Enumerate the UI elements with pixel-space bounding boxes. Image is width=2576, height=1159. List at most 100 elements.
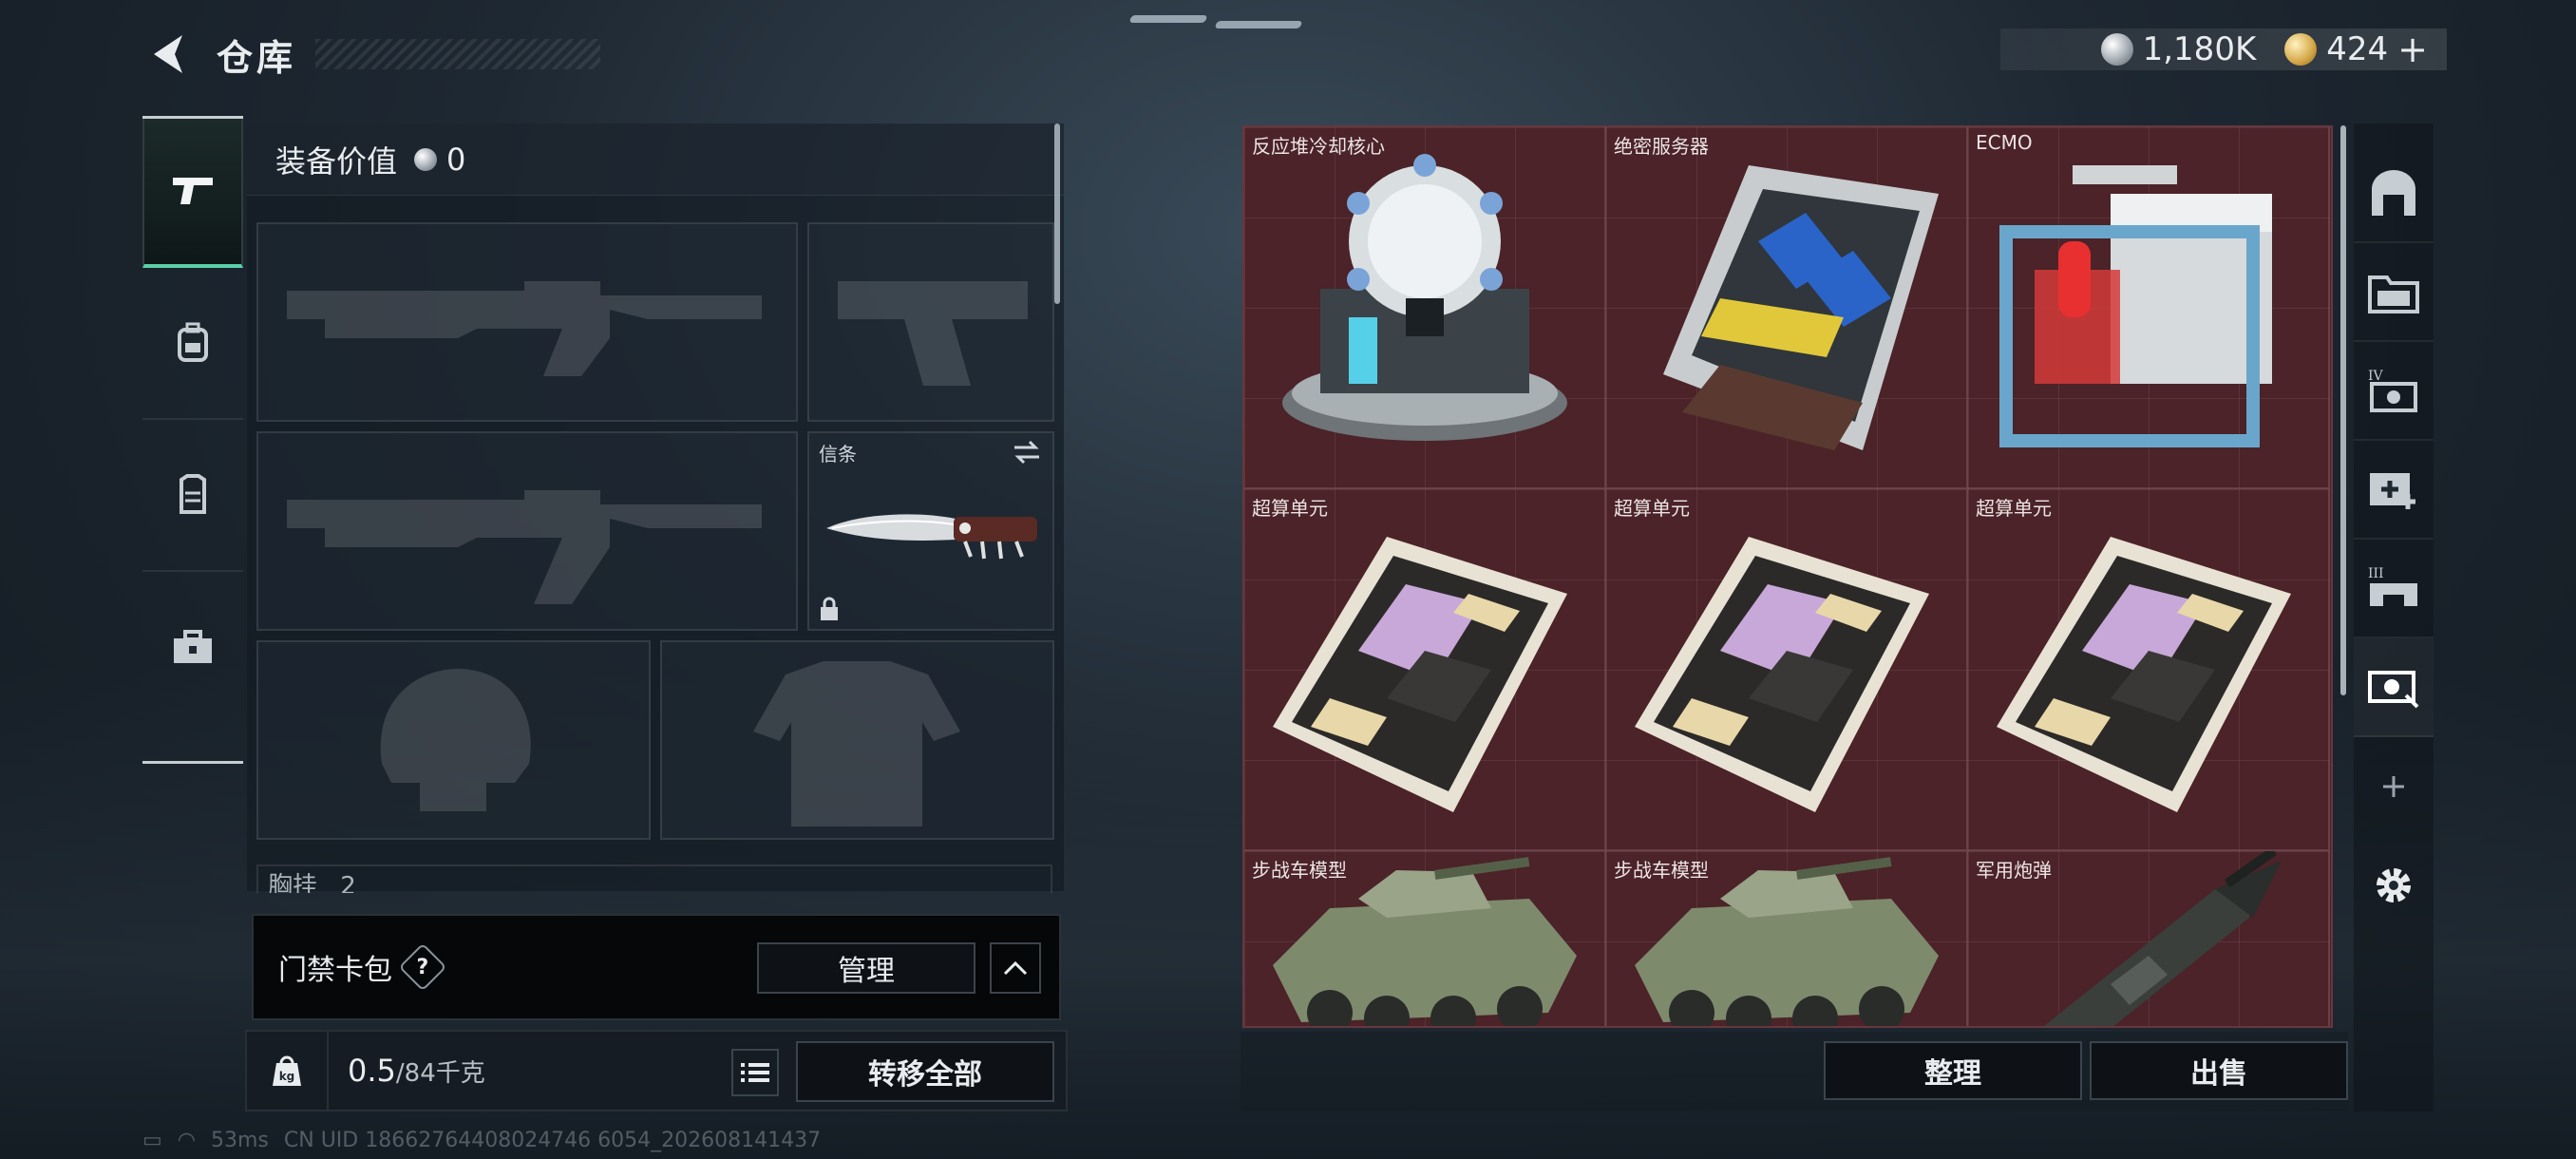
dock-storage-iii[interactable]: III [2354, 540, 2434, 638]
equipment-value-amount: 0 [446, 141, 466, 178]
folder-icon [2368, 276, 2419, 314]
svg-text:IV: IV [2368, 369, 2384, 384]
armor-slot[interactable] [660, 640, 1054, 840]
server-icon [1663, 165, 1939, 450]
tab-backpack[interactable] [142, 268, 243, 420]
toolbox-icon [174, 630, 212, 663]
keycard-label: 门禁卡包 [278, 954, 392, 987]
back-button[interactable] [142, 26, 196, 83]
tab-toolbox[interactable] [142, 572, 243, 724]
sell-button[interactable]: 出售 [2090, 1041, 2348, 1100]
dock-safehouse[interactable] [2354, 144, 2434, 243]
title-decoration [315, 39, 601, 69]
dock-medical[interactable] [2354, 441, 2434, 540]
lock-icon [821, 597, 838, 620]
equipment-value: 装备价值 0 [247, 124, 1064, 196]
tab-vest[interactable] [142, 420, 243, 572]
melee-slot-label: 信条 [819, 443, 857, 466]
ecmo-icon [1999, 165, 2272, 447]
gold-coin-icon [2284, 33, 2318, 66]
vest-icon [180, 474, 206, 514]
compute-unit-icon [1273, 537, 1567, 812]
storage-grid: 反应堆冷却核心 绝密服务器 ECMO 超算单元 超算单元 超算单元 步战车模型 … [1242, 125, 2333, 1028]
svg-text:kg: kg [279, 1070, 295, 1083]
compute-unit-icon [1635, 537, 1929, 812]
chest-rig-label: 胸挂 [268, 872, 318, 893]
secondary-weapon-slot[interactable] [256, 431, 798, 631]
reactor-core-icon [1282, 154, 1567, 441]
wifi-icon: ◠ [177, 1129, 196, 1152]
rifle-silhouette-2-icon [287, 490, 762, 604]
list-view-button[interactable] [731, 1049, 779, 1096]
dock-settings[interactable] [2354, 836, 2434, 935]
storage-item[interactable]: 超算单元 [1244, 489, 1606, 851]
storage-item[interactable]: 反应堆冷却核心 [1244, 127, 1606, 489]
equipment-panel: 装备价值 0 信条 胸挂 2 [247, 124, 1064, 893]
tab-weapons[interactable] [142, 116, 243, 268]
manage-button[interactable]: 管理 [757, 942, 975, 994]
item-name: ECMO [1976, 131, 2033, 154]
gold-amount: 424 [2326, 30, 2389, 68]
storage-item[interactable]: 步战车模型 [1244, 851, 1606, 1026]
weight-bar: kg 0.5/84千克 转移全部 [245, 1030, 1068, 1112]
dock-storage-active[interactable] [2354, 638, 2434, 737]
swap-icon[interactable] [1011, 439, 1043, 466]
tabs-top-line [142, 116, 243, 119]
pistol-icon [173, 178, 213, 204]
item-name: 超算单元 [1252, 497, 1328, 520]
settings-icon [2377, 868, 2411, 902]
item-name: 反应堆冷却核心 [1252, 135, 1385, 158]
storage-item[interactable]: 步战车模型 [1606, 851, 1968, 1026]
melee-slot[interactable]: 信条 [807, 431, 1054, 631]
primary-weapon-slot[interactable] [256, 222, 798, 422]
back-arrow-icon [154, 35, 182, 73]
keycard-help-button[interactable]: ? [398, 942, 447, 992]
storage-item[interactable]: 超算单元 [1606, 489, 1968, 851]
tabs-bottom-line [142, 761, 243, 764]
weight-max: /84千克 [395, 1059, 485, 1088]
storage-item[interactable]: 超算单元 [1968, 489, 2330, 851]
weight-icon: kg [273, 1055, 301, 1086]
helmet-silhouette-icon [380, 669, 531, 811]
collapse-button[interactable] [990, 942, 1041, 994]
chest-rig-slot[interactable]: 胸挂 2 [256, 864, 1052, 893]
storage-item[interactable]: 绝密服务器 [1606, 127, 1968, 489]
ping-value: 53ms [211, 1129, 269, 1152]
weight-current: 0.5 [348, 1053, 396, 1089]
dock-folder[interactable] [2354, 243, 2434, 342]
item-name: 超算单元 [1976, 497, 2052, 520]
chevron-up-icon [1003, 960, 1028, 976]
transfer-all-button[interactable]: 转移全部 [796, 1041, 1054, 1102]
currency-gold: 424 + [2284, 28, 2428, 70]
equipment-value-label: 装备价值 [275, 142, 398, 180]
compute-unit-icon [1997, 537, 2291, 812]
add-currency-button[interactable]: + [2397, 28, 2428, 70]
equipment-tabs [142, 116, 243, 764]
item-name: 军用炮弹 [1976, 859, 2052, 882]
dock-add[interactable] [2354, 737, 2434, 836]
list-icon [741, 1063, 769, 1082]
storage-item[interactable]: ECMO [1968, 127, 2330, 489]
helmet-slot[interactable] [256, 640, 651, 840]
uid-text: CN UID 18662764408024746 6054_2026081414… [283, 1129, 822, 1152]
storage-scrollbar[interactable] [2340, 125, 2346, 695]
currency-silver: 1,180K [2100, 30, 2257, 68]
weight-icon-box: kg [247, 1030, 329, 1112]
sort-button[interactable]: 整理 [1824, 1041, 2082, 1100]
weight-value: 0.5/84千克 [348, 1053, 485, 1089]
chest-rig-count: 2 [340, 872, 356, 893]
battery-icon: ▭ [142, 1129, 162, 1152]
equipment-scrollbar[interactable] [1054, 124, 1060, 304]
armor-silhouette-icon [753, 661, 960, 826]
knife-icon [826, 514, 1037, 560]
status-bar: ▭ ◠ 53ms CN UID 18662764408024746 6054_2… [142, 1129, 836, 1152]
item-name: 超算单元 [1614, 497, 1690, 520]
value-coin-icon [414, 147, 438, 171]
backpack-icon [178, 322, 208, 362]
storage-dock: IV III [2354, 124, 2434, 1112]
storage-item[interactable]: 军用炮弹 [1968, 851, 2330, 1026]
ceiling-lights [1111, 11, 1311, 49]
dock-storage-iv[interactable]: IV [2354, 342, 2434, 441]
sidearm-slot[interactable] [807, 222, 1054, 422]
silver-amount: 1,180K [2142, 30, 2257, 68]
